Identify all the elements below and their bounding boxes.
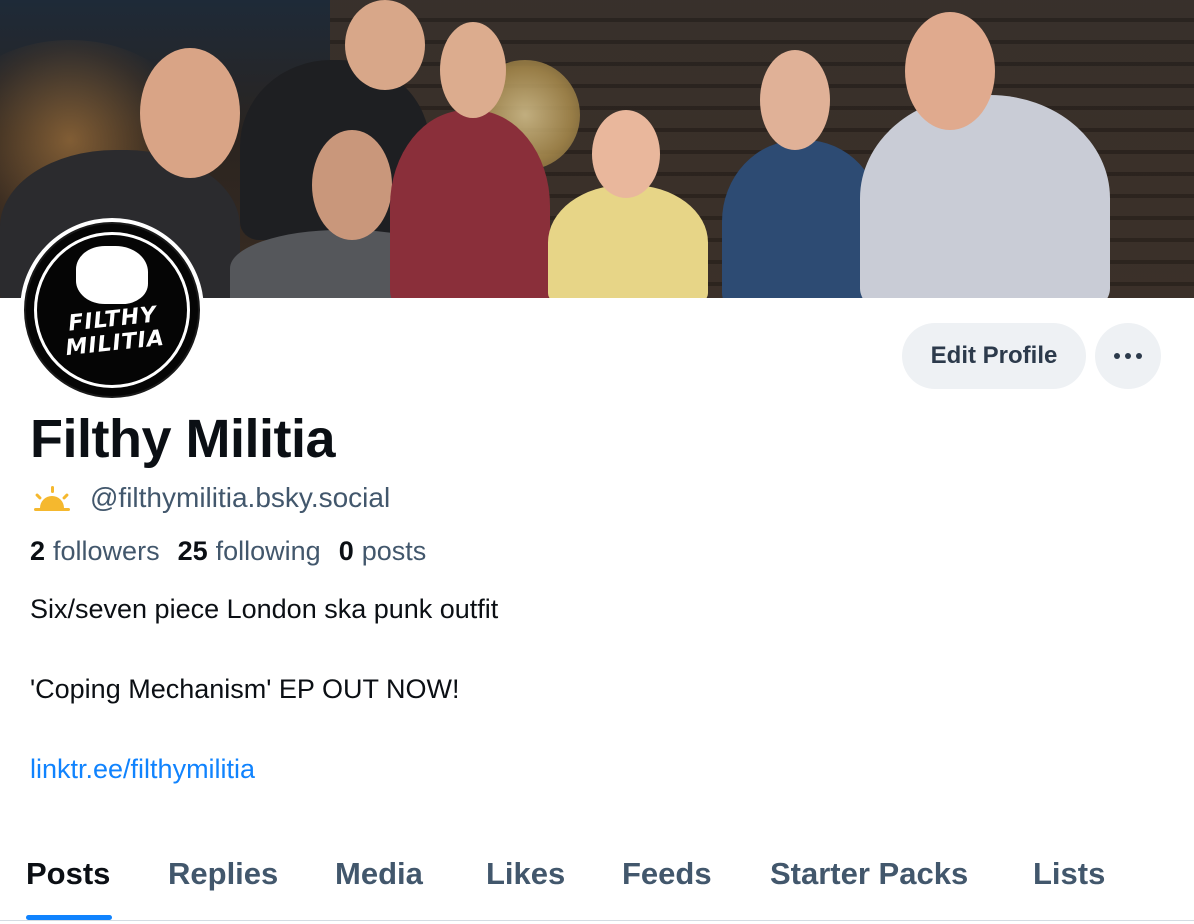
banner-person — [548, 185, 708, 298]
banner-face — [345, 0, 425, 90]
banner-person — [390, 110, 550, 298]
profile-stats: 2 followers 25 following 0 posts — [30, 536, 444, 567]
tabs-divider — [0, 920, 1194, 921]
posts-label: posts — [361, 536, 427, 566]
tab-posts[interactable]: Posts — [26, 856, 110, 892]
ellipsis-icon — [1114, 353, 1142, 359]
banner-person — [722, 140, 882, 298]
posts-count: 0 — [338, 536, 354, 566]
banner-person — [860, 95, 1110, 298]
tab-replies[interactable]: Replies — [168, 856, 278, 892]
followers-count: 2 — [30, 536, 46, 566]
tab-media[interactable]: Media — [335, 856, 423, 892]
skull-icon — [76, 246, 148, 304]
tab-lists[interactable]: Lists — [1033, 856, 1105, 892]
tab-likes[interactable]: Likes — [486, 856, 565, 892]
more-options-button[interactable] — [1095, 323, 1161, 389]
banner-face — [440, 22, 506, 118]
bio-line: Six/seven piece London ska punk outfit — [30, 594, 499, 624]
followers-stat[interactable]: 2 followers — [30, 536, 160, 567]
banner-face — [592, 110, 660, 198]
profile-handle[interactable]: @filthymilitia.bsky.social — [90, 482, 390, 514]
banner-face — [905, 12, 995, 130]
handle-row: @filthymilitia.bsky.social — [32, 480, 390, 516]
bio-line: 'Coping Mechanism' EP OUT NOW! — [30, 674, 460, 704]
following-stat[interactable]: 25 following — [178, 536, 321, 567]
profile-avatar[interactable]: FILTHY MILITIA — [20, 218, 204, 402]
followers-label: followers — [53, 536, 160, 566]
bio-link[interactable]: linktr.ee/filthymilitia — [30, 754, 255, 785]
following-count: 25 — [177, 536, 208, 566]
banner-face — [760, 50, 830, 150]
banner-face — [312, 130, 392, 240]
edit-profile-button[interactable]: Edit Profile — [902, 323, 1086, 389]
following-label: following — [215, 536, 321, 566]
posts-stat: 0 posts — [339, 536, 427, 567]
tab-starter-packs[interactable]: Starter Packs — [770, 856, 968, 892]
profile-tabs: Posts Replies Media Likes Feeds Starter … — [0, 848, 1194, 924]
display-name: Filthy Militia — [30, 409, 336, 469]
tab-feeds[interactable]: Feeds — [622, 856, 712, 892]
sun-icon — [34, 486, 70, 511]
banner-face — [140, 48, 240, 178]
avatar-image: FILTHY MILITIA — [24, 222, 200, 398]
